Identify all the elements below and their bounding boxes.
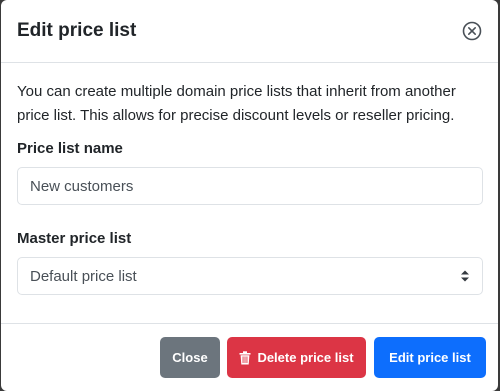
master-price-list-select[interactable]: Default price list	[17, 257, 483, 295]
close-button[interactable]: Close	[160, 337, 220, 378]
modal-body: You can create multiple domain price lis…	[1, 63, 498, 295]
modal-description: You can create multiple domain price lis…	[17, 83, 456, 124]
master-price-list-group: Master price list Default price list	[17, 230, 483, 295]
master-price-list-label: Master price list	[17, 230, 132, 247]
edit-button-label: Edit price list	[389, 350, 471, 365]
edit-price-list-button[interactable]: Edit price list	[374, 337, 486, 378]
modal-footer: Close Delete price list Edit price list	[1, 323, 498, 391]
close-button-label: Close	[172, 350, 208, 365]
price-list-name-label: Price list name	[17, 140, 123, 157]
price-list-name-group: Price list name	[17, 140, 483, 205]
master-price-list-value: Default price list	[30, 267, 137, 285]
select-arrows-icon	[460, 269, 470, 283]
trash-icon	[239, 350, 251, 365]
modal-title: Edit price list	[17, 20, 137, 41]
modal-header: Edit price list	[1, 0, 498, 63]
price-list-name-input[interactable]	[17, 167, 483, 205]
delete-button-label: Delete price list	[257, 350, 354, 365]
delete-price-list-button[interactable]: Delete price list	[227, 337, 366, 378]
edit-price-list-modal: Edit price list You can create multiple …	[1, 0, 498, 391]
close-icon[interactable]	[462, 21, 482, 41]
